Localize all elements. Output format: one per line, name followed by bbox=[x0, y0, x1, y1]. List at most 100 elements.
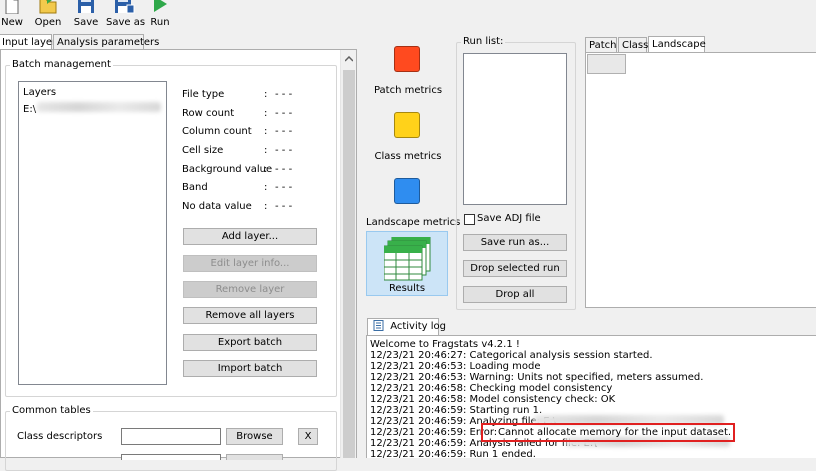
new-label: New bbox=[1, 17, 23, 28]
class-descriptors-label: Class descriptors bbox=[17, 431, 103, 442]
remove-layer-button[interactable]: Remove layer bbox=[183, 281, 317, 298]
log-line: 12/23/21 20:46:59: Error: bbox=[370, 427, 498, 438]
prop-colon: : bbox=[264, 182, 268, 193]
prop-value: - - - bbox=[275, 182, 293, 193]
redacted-path bbox=[37, 102, 161, 112]
tab-class[interactable]: Class bbox=[618, 37, 649, 53]
run-label: Run bbox=[150, 17, 170, 28]
prop-colon: : bbox=[264, 145, 268, 156]
run-button[interactable]: Run bbox=[148, 0, 172, 30]
class-descriptors-clear-button[interactable]: X bbox=[298, 428, 318, 445]
prop-colon: : bbox=[264, 201, 268, 212]
tab-landscape-label: Landscape bbox=[652, 39, 706, 50]
common-tables-title: Common tables bbox=[10, 405, 93, 416]
log-line: 12/23/21 20:46:58: Model consistency che… bbox=[370, 394, 616, 405]
prop-background-value: Background value: - - - bbox=[182, 164, 292, 176]
layers-list[interactable]: Layers E:\ bbox=[18, 81, 167, 385]
prop-label: Row count bbox=[182, 108, 235, 119]
scroll-up-arrow-icon[interactable] bbox=[345, 56, 353, 62]
log-line: 12/23/21 20:46:58: Checking model consis… bbox=[370, 383, 613, 394]
layer-item[interactable]: E:\ bbox=[23, 104, 36, 115]
scrollbar-thumb[interactable] bbox=[343, 70, 355, 458]
prop-label: Column count bbox=[182, 126, 252, 137]
prop-colon: : bbox=[264, 108, 268, 119]
run-list-title: Run list: bbox=[461, 36, 506, 47]
new-file-icon bbox=[5, 0, 19, 14]
prop-value: - - - bbox=[275, 201, 293, 212]
grid-corner-cell bbox=[587, 54, 626, 74]
class-metrics-icon bbox=[394, 112, 420, 138]
run-list-box[interactable] bbox=[463, 53, 567, 205]
results-grid[interactable] bbox=[585, 52, 816, 308]
prop-cell-size: Cell size: - - - bbox=[182, 145, 292, 157]
prop-value: - - - bbox=[275, 145, 293, 156]
prop-value: - - - bbox=[275, 126, 293, 137]
open-button[interactable]: Open bbox=[34, 0, 62, 30]
landscape-metrics-label: Landscape metrics bbox=[366, 217, 461, 228]
import-batch-button[interactable]: Import batch bbox=[183, 360, 317, 377]
prop-value: - - - bbox=[275, 108, 293, 119]
vertical-scrollbar[interactable] bbox=[340, 50, 356, 458]
prop-band: Band: - - - bbox=[182, 182, 292, 194]
results-button[interactable]: Results bbox=[366, 231, 448, 296]
class-descriptors-browse-button[interactable]: Browse bbox=[226, 428, 283, 445]
floppy-disk-icon bbox=[78, 0, 94, 13]
second-table-browse-button[interactable] bbox=[226, 454, 283, 460]
save-adj-label: Save ADJ file bbox=[477, 213, 541, 224]
edit-layer-info-button[interactable]: Edit layer info... bbox=[183, 255, 317, 272]
layers-list-header: Layers bbox=[23, 87, 57, 98]
tab-patch-label: Patch bbox=[589, 40, 617, 51]
log-line: 12/23/21 20:46:59: Starting run 1. bbox=[370, 405, 543, 416]
class-descriptors-input[interactable] bbox=[121, 428, 221, 445]
tab-analysis-parameters-label: Analysis parameters bbox=[57, 37, 160, 48]
prop-label: File type bbox=[182, 89, 225, 100]
open-folder-icon bbox=[39, 0, 57, 14]
save-adj-checkbox[interactable] bbox=[464, 214, 475, 225]
log-line: 12/23/21 20:46:53: Warning: Units not sp… bbox=[370, 372, 704, 383]
log-document-icon bbox=[373, 320, 384, 331]
tab-patch[interactable]: Patch bbox=[585, 37, 617, 53]
save-as-button[interactable]: Save as bbox=[106, 0, 146, 30]
tab-activity-log[interactable]: Activity log bbox=[367, 318, 446, 336]
save-as-label: Save as bbox=[106, 17, 146, 28]
prop-colon: : bbox=[264, 89, 268, 100]
patch-metrics-label: Patch metrics bbox=[373, 85, 443, 96]
tab-landscape[interactable]: Landscape bbox=[648, 36, 706, 53]
prop-value: - - - bbox=[275, 164, 293, 175]
prop-row-count: Row count: - - - bbox=[182, 108, 292, 120]
prop-colon: : bbox=[264, 164, 268, 175]
save-button[interactable]: Save bbox=[73, 0, 99, 30]
drop-all-button[interactable]: Drop all bbox=[463, 286, 567, 303]
prop-column-count: Column count: - - - bbox=[182, 126, 292, 138]
batch-management-title: Batch management bbox=[10, 59, 113, 70]
drop-selected-run-button[interactable]: Drop selected run bbox=[463, 260, 567, 277]
tab-class-label: Class bbox=[622, 40, 649, 51]
run-play-icon bbox=[154, 0, 167, 12]
landscape-metrics-icon bbox=[394, 178, 420, 204]
save-run-as-button[interactable]: Save run as... bbox=[463, 234, 567, 251]
tab-analysis-parameters[interactable]: Analysis parameters bbox=[53, 34, 159, 50]
add-layer-button[interactable]: Add layer... bbox=[183, 228, 317, 245]
prop-file-type: File type: - - - bbox=[182, 89, 292, 101]
log-line: Welcome to Fragstats v4.2.1 ! bbox=[370, 339, 520, 350]
log-line: 12/23/21 20:46:27: Categorical analysis … bbox=[370, 350, 653, 361]
remove-all-layers-button[interactable]: Remove all layers bbox=[183, 307, 317, 324]
tab-input-layers[interactable]: Input layers bbox=[0, 34, 61, 50]
log-line: 12/23/21 20:46:59: Run 1 ended. bbox=[370, 449, 536, 460]
prop-no-data-value: No data value: - - - bbox=[182, 201, 292, 213]
second-table-input[interactable] bbox=[121, 454, 221, 460]
landscape-metrics-button[interactable]: Landscape metrics bbox=[366, 172, 461, 232]
layer-item-path: E:\ bbox=[23, 104, 37, 115]
error-highlight-box bbox=[481, 423, 735, 442]
log-line: 12/23/21 20:46:53: Loading mode bbox=[370, 361, 541, 372]
prop-label: Background value bbox=[182, 164, 273, 175]
new-button[interactable]: New bbox=[0, 0, 24, 30]
tab-activity-log-label: Activity log bbox=[390, 321, 447, 332]
patch-metrics-button[interactable]: Patch metrics bbox=[366, 40, 450, 100]
save-as-icon bbox=[115, 0, 135, 14]
results-table-icon bbox=[384, 237, 431, 281]
prop-label: Band bbox=[182, 182, 208, 193]
export-batch-button[interactable]: Export batch bbox=[183, 334, 317, 351]
class-metrics-label: Class metrics bbox=[374, 151, 442, 162]
class-metrics-button[interactable]: Class metrics bbox=[366, 106, 450, 166]
